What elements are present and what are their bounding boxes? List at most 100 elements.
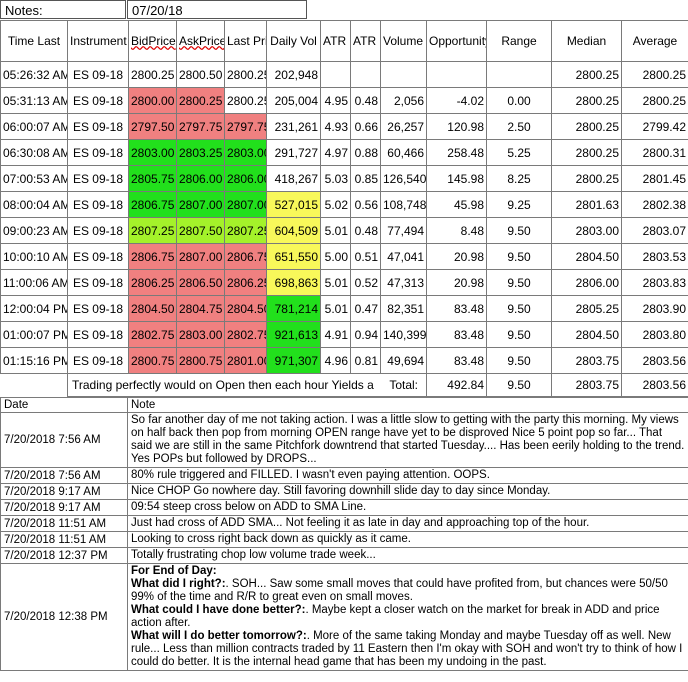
cell-range[interactable]: 0.00	[486, 87, 552, 114]
cell-atr6[interactable]: 0.88	[350, 139, 381, 166]
cell-last[interactable]: 2806.75	[224, 243, 267, 270]
cell-atr1[interactable]: 5.00	[320, 243, 351, 270]
cell-atr1[interactable]: 5.01	[320, 295, 351, 322]
col-header[interactable]: ATR 1Hour	[320, 20, 351, 62]
cell-vol[interactable]: 698,863	[266, 269, 321, 296]
cell-inst[interactable]: ES 09-18	[67, 321, 129, 348]
cell-bid[interactable]: 2806.25	[128, 269, 177, 296]
col-header[interactable]: Opportunity	[426, 20, 487, 62]
notes-date-field[interactable]: 07/20/18	[127, 0, 307, 19]
cell-avg[interactable]: 2803.90	[621, 295, 688, 322]
cell-ask[interactable]: 2797.75	[176, 113, 225, 140]
cell-median[interactable]: 2800.25	[551, 87, 622, 114]
col-header[interactable]: Time Last	[0, 20, 68, 62]
cell-vol[interactable]: 291,727	[266, 139, 321, 166]
cell-range[interactable]: 9.25	[486, 191, 552, 218]
cell-time[interactable]: 01:00:07 PM	[0, 321, 68, 348]
cell-inst[interactable]: ES 09-18	[67, 243, 129, 270]
cell-ask[interactable]: 2803.00	[176, 321, 225, 348]
cell-flow[interactable]: 108,748	[380, 191, 427, 218]
log-row[interactable]: 7/20/2018 7:56 AM 80% rule triggered and …	[0, 467, 688, 484]
cell-range[interactable]	[486, 61, 552, 88]
cell-inst[interactable]: ES 09-18	[67, 295, 129, 322]
cell-avg[interactable]: 2803.80	[621, 321, 688, 348]
col-header[interactable]: Volume Flow	[380, 20, 427, 62]
table-row[interactable]: 05:31:13 AM ES 09-18 2800.00 2800.25 2800.25…	[0, 87, 688, 114]
cell-avg[interactable]: 2801.45	[621, 165, 688, 192]
col-header[interactable]: Instrument	[67, 20, 129, 62]
cell-atr6[interactable]: 0.52	[350, 269, 381, 296]
cell-atr6[interactable]: 0.48	[350, 87, 381, 114]
cell-last[interactable]: 2807.25	[224, 217, 267, 244]
cell-time[interactable]: 08:00:04 AM	[0, 191, 68, 218]
col-header[interactable]: AskPrice	[176, 20, 225, 62]
cell-last[interactable]: 2800.25	[224, 87, 267, 114]
cell-opp[interactable]: 20.98	[426, 269, 487, 296]
col-header[interactable]: ATR 6Min	[350, 20, 381, 62]
log-row[interactable]: 7/20/2018 11:51 AM Just had cross of ADD …	[0, 515, 688, 532]
log-row[interactable]: 7/20/2018 12:37 PM Totally frustrating ch…	[0, 547, 688, 564]
cell-vol[interactable]: 781,214	[266, 295, 321, 322]
cell-atr6[interactable]: 0.47	[350, 295, 381, 322]
cell-median[interactable]: 2800.25	[551, 139, 622, 166]
cell-median[interactable]: 2801.63	[551, 191, 622, 218]
cell-avg[interactable]: 2800.31	[621, 139, 688, 166]
cell-inst[interactable]: ES 09-18	[67, 165, 129, 192]
table-row[interactable]: 07:00:53 AM ES 09-18 2805.75 2806.00 2806.00…	[0, 165, 688, 192]
table-row[interactable]: 12:00:04 PM ES 09-18 2804.50 2804.75 2804.50…	[0, 295, 688, 322]
cell-vol[interactable]: 231,261	[266, 113, 321, 140]
cell-flow[interactable]: 140,399	[380, 321, 427, 348]
log-col-date[interactable]: Date	[0, 397, 128, 413]
cell-last[interactable]: 2807.00	[224, 191, 267, 218]
cell-opp[interactable]: 83.48	[426, 321, 487, 348]
cell-vol[interactable]: 921,613	[266, 321, 321, 348]
col-header[interactable]: Average	[621, 20, 688, 62]
cell-vol[interactable]: 418,267	[266, 165, 321, 192]
cell-time[interactable]: 05:26:32 AM	[0, 61, 68, 88]
log-row[interactable]: 7/20/2018 9:17 AM 09:54 steep cross below…	[0, 499, 688, 516]
col-header[interactable]: Last Price	[224, 20, 267, 62]
cell-last[interactable]: 2806.00	[224, 165, 267, 192]
cell-time[interactable]: 06:00:07 AM	[0, 113, 68, 140]
cell-flow[interactable]	[380, 61, 427, 88]
cell-last[interactable]: 2797.75	[224, 113, 267, 140]
table-row[interactable]: 01:15:16 PM ES 09-18 2800.75 2800.75 2801.00…	[0, 347, 688, 374]
cell-atr1[interactable]: 4.93	[320, 113, 351, 140]
cell-opp[interactable]	[426, 61, 487, 88]
cell-bid[interactable]: 2807.25	[128, 217, 177, 244]
cell-last[interactable]: 2804.50	[224, 295, 267, 322]
cell-time[interactable]: 09:00:23 AM	[0, 217, 68, 244]
cell-last[interactable]: 2806.25	[224, 269, 267, 296]
cell-vol[interactable]: 527,015	[266, 191, 321, 218]
cell-atr1[interactable]: 5.01	[320, 217, 351, 244]
col-header[interactable]: Daily Vol	[266, 20, 321, 62]
cell-atr6[interactable]: 0.81	[350, 347, 381, 374]
log-note[interactable]: 80% rule triggered and FILLED. I wasn't …	[127, 467, 688, 484]
cell-flow[interactable]: 47,041	[380, 243, 427, 270]
cell-atr1[interactable]: 4.91	[320, 321, 351, 348]
cell-opp[interactable]: 145.98	[426, 165, 487, 192]
cell-time[interactable]: 05:31:13 AM	[0, 87, 68, 114]
cell-atr6[interactable]: 0.94	[350, 321, 381, 348]
cell-flow[interactable]: 26,257	[380, 113, 427, 140]
cell-atr1[interactable]: 5.01	[320, 269, 351, 296]
cell-opp[interactable]: 20.98	[426, 243, 487, 270]
cell-atr1[interactable]: 4.97	[320, 139, 351, 166]
cell-avg[interactable]: 2803.07	[621, 217, 688, 244]
cell-ask[interactable]: 2803.25	[176, 139, 225, 166]
cell-opp[interactable]: 258.48	[426, 139, 487, 166]
col-header[interactable]: Median	[551, 20, 622, 62]
cell-opp[interactable]: 8.48	[426, 217, 487, 244]
cell-ask[interactable]: 2806.50	[176, 269, 225, 296]
cell-opp[interactable]: 83.48	[426, 295, 487, 322]
cell-flow[interactable]: 49,694	[380, 347, 427, 374]
cell-atr1[interactable]: 5.02	[320, 191, 351, 218]
cell-median[interactable]: 2800.25	[551, 165, 622, 192]
cell-atr6[interactable]: 0.48	[350, 217, 381, 244]
cell-time[interactable]: 01:15:16 PM	[0, 347, 68, 374]
cell-avg[interactable]: 2800.25	[621, 87, 688, 114]
cell-bid[interactable]: 2806.75	[128, 191, 177, 218]
table-row[interactable]: 11:00:06 AM ES 09-18 2806.25 2806.50 2806.25…	[0, 269, 688, 296]
cell-inst[interactable]: ES 09-18	[67, 347, 129, 374]
cell-range[interactable]: 5.25	[486, 139, 552, 166]
